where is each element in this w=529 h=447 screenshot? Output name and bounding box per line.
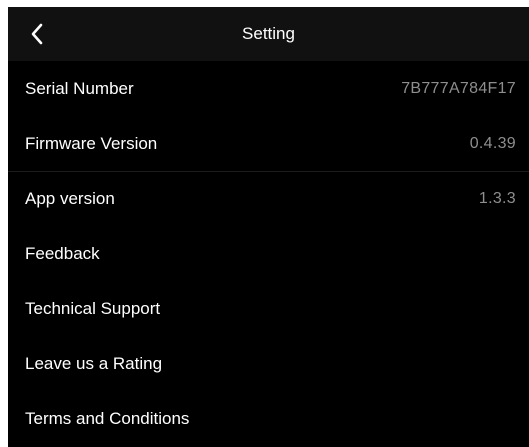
technical-support-label: Technical Support — [25, 298, 161, 318]
serial-number-value: 7B777A784F17 — [401, 79, 516, 97]
firmware-version-row: Firmware Version 0.4.39 — [8, 116, 529, 171]
app-version-label: App version — [25, 189, 115, 208]
firmware-version-value: 0.4.39 — [469, 134, 516, 152]
page-title: Setting — [242, 24, 295, 43]
settings-screen: Setting Serial Number 7B777A784F17 Firmw… — [8, 7, 529, 447]
app-version-value: 1.3.3 — [478, 190, 516, 207]
technical-support-item[interactable]: Technical Support — [8, 281, 529, 336]
navigation-bar: Setting — [8, 7, 529, 61]
leave-rating-label: Leave us a Rating — [25, 353, 163, 373]
terms-and-conditions-item[interactable]: Terms and Conditions — [8, 391, 529, 446]
app-version-row: App version 1.3.3 — [8, 171, 529, 226]
serial-number-row: Serial Number 7B777A784F17 — [8, 61, 529, 116]
feedback-label: Feedback — [25, 243, 100, 263]
leave-rating-item[interactable]: Leave us a Rating — [8, 336, 529, 391]
terms-and-conditions-label: Terms and Conditions — [25, 408, 190, 428]
firmware-version-label: Firmware Version — [25, 133, 158, 153]
feedback-item[interactable]: Feedback — [8, 226, 529, 281]
serial-number-label: Serial Number — [25, 78, 134, 98]
